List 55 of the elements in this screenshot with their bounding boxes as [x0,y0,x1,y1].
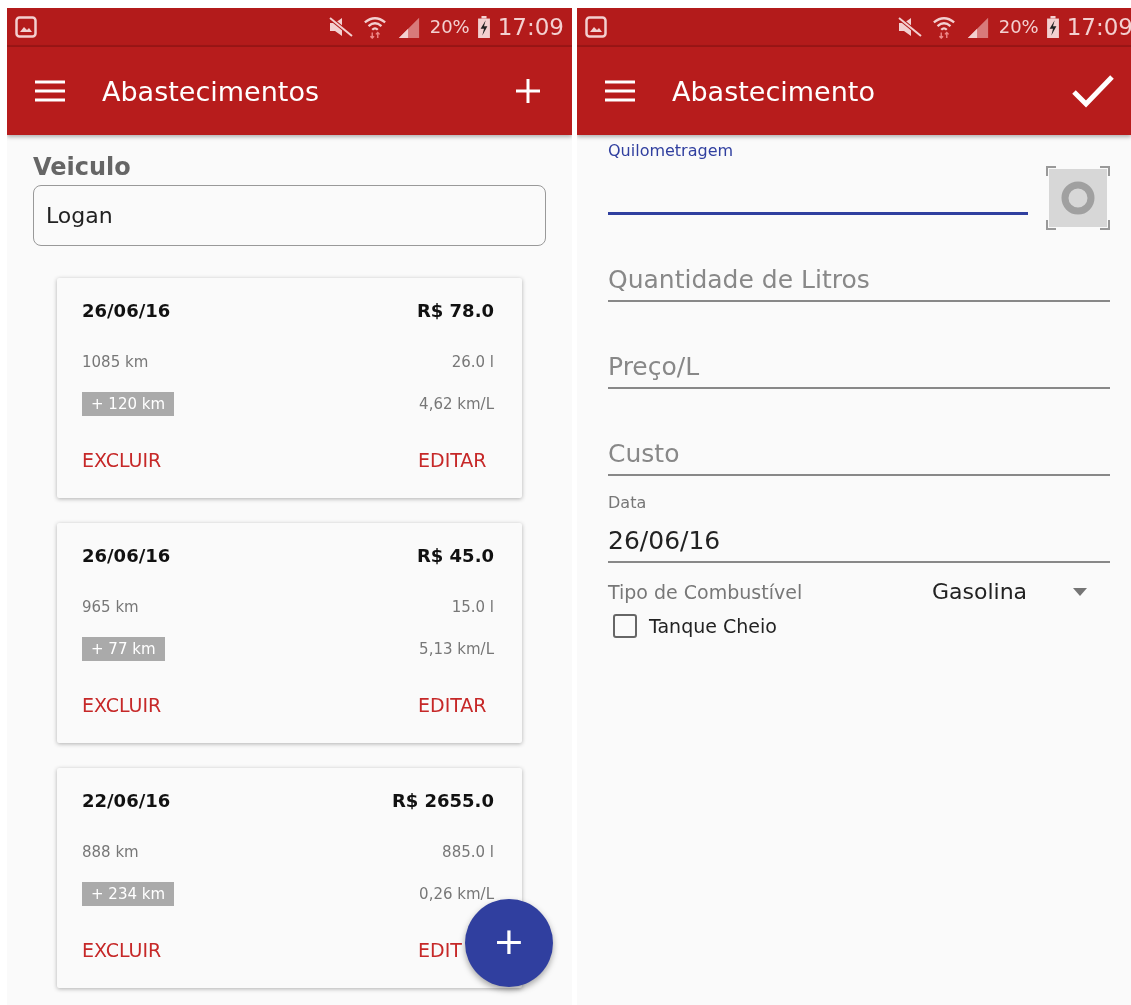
battery-percent: 20% [429,16,470,37]
refuel-date: 22/06/16 [82,789,171,811]
add-fab-button[interactable]: + [465,899,553,987]
fuel-type-dropdown[interactable]: Gasolina [932,579,1088,604]
clock-time: 17:09 [1066,13,1131,40]
checkmark-icon[interactable] [1071,73,1115,109]
edit-button[interactable]: EDITAR [418,449,487,471]
delete-button[interactable]: EXCLUIR [82,939,162,961]
fuel-efficiency: 4,62 km/L [419,395,494,413]
delete-button[interactable]: EXCLUIR [82,449,162,471]
distance-badge: + 77 km [82,637,165,661]
liters-amount: 26.0 l [451,353,494,371]
refuel-cost: R$ 78.0 [416,299,494,321]
distance-badge: + 120 km [82,392,175,416]
text-field[interactable]: Preço/L [608,302,1110,389]
camera-icon[interactable] [1046,166,1110,230]
refuel-date: 26/06/16 [82,544,171,566]
wifi-icon [930,14,957,39]
dropdown-caret-icon [1073,587,1088,596]
wifi-icon [361,14,388,39]
text-field[interactable]: Quantidade de Litros [608,215,1110,302]
odometer-reading: 1085 km [82,353,149,371]
screen-title: Abastecimentos [102,75,320,107]
text-field[interactable]: Custo [608,389,1110,476]
odometer-reading: 888 km [82,843,139,861]
battery-percent: 20% [998,16,1039,37]
distance-badge: + 234 km [82,882,175,906]
text-field[interactable]: Quilometragem [608,141,1028,215]
checkbox-label: Tanque Cheio [649,615,777,637]
battery-charging-icon [1046,15,1059,38]
liters-amount: 885.0 l [442,843,494,861]
text-field[interactable]: Data 26/06/16 [608,476,1110,563]
menu-icon[interactable] [35,80,65,102]
mute-icon [896,14,923,39]
mute-icon [327,14,354,39]
edit-button[interactable]: EDIT [418,939,462,961]
odometer-reading: 965 km [82,598,139,616]
gallery-icon [15,15,37,38]
refuel-cost: R$ 2655.0 [391,789,494,811]
screen-title: Abastecimento [672,75,876,107]
vehicle-field[interactable]: Logan [33,185,546,246]
gallery-icon [585,15,607,38]
fuel-type-label: Tipo de Combustível [608,580,804,603]
full-tank-checkbox[interactable] [613,614,637,638]
liters-amount: 15.0 l [451,598,494,616]
add-icon[interactable] [516,79,540,103]
clock-time: 17:09 [497,13,564,40]
refuel-cost: R$ 45.0 [416,544,494,566]
fuel-efficiency: 5,13 km/L [419,640,494,658]
field-label: Veiculo [33,153,131,181]
edit-button[interactable]: EDITAR [418,694,487,716]
delete-button[interactable]: EXCLUIR [82,694,162,716]
refuel-date: 26/06/16 [82,299,171,321]
battery-charging-icon [477,15,490,38]
menu-icon[interactable] [605,80,635,102]
